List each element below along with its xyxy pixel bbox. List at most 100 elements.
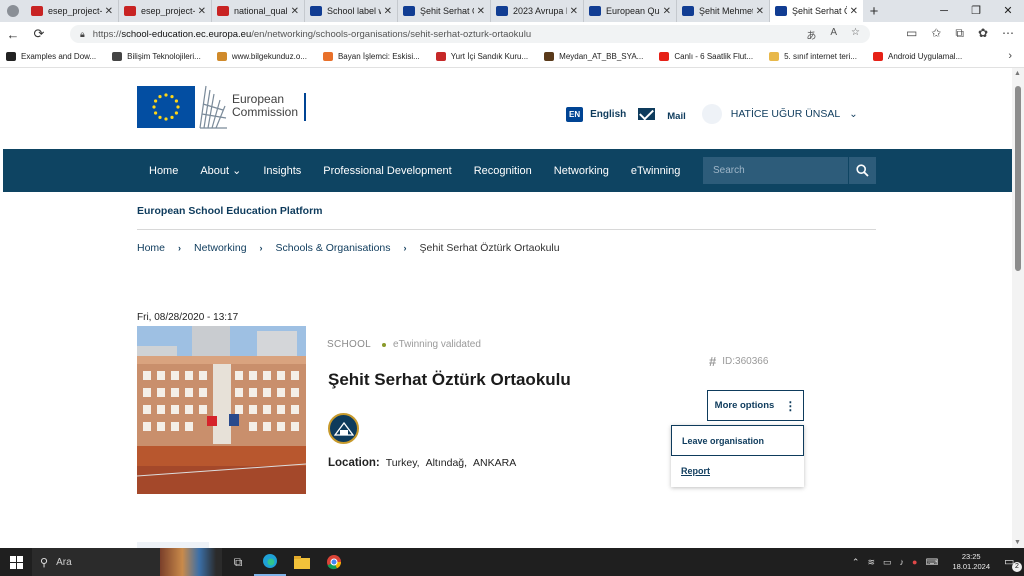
antivirus-icon[interactable]: ● xyxy=(912,557,917,567)
browser-tab[interactable]: esep_project-e ✕ xyxy=(119,0,212,22)
chrome-browser-icon[interactable] xyxy=(318,548,350,576)
leave-organisation-menu-item[interactable]: Leave organisation xyxy=(671,425,804,456)
display-icon[interactable]: ▭ xyxy=(883,557,892,568)
european-commission-logo[interactable]: European Commission xyxy=(137,84,307,129)
breadcrumb-networking[interactable]: Networking xyxy=(194,242,247,254)
location-country: Turkey, xyxy=(385,457,420,469)
browser-tab[interactable]: Şehit Serhat Ö ✕ xyxy=(770,0,863,22)
favorites-icon[interactable]: ✩ xyxy=(931,26,941,41)
user-menu[interactable]: HATİCE UĞUR ÜNSAL ⌄ xyxy=(701,104,858,124)
tab-close-icon[interactable]: ✕ xyxy=(198,6,206,17)
system-clock[interactable]: 23:25 18.01.2024 xyxy=(952,552,990,572)
bookmark-item[interactable]: Bilişim Teknolojileri... xyxy=(112,52,201,61)
tab-label: Şehit Mehmet xyxy=(699,6,753,16)
favorite-star-icon[interactable]: ☆ xyxy=(851,27,860,42)
breadcrumb-home[interactable]: Home xyxy=(137,242,165,254)
translate-icon[interactable]: あ xyxy=(806,27,816,42)
more-options-label: More options xyxy=(714,400,775,411)
bookmark-item[interactable]: Bayan İşlemci: Eskisi... xyxy=(322,52,420,61)
mail-link[interactable]: Mail xyxy=(638,107,686,122)
bookmark-item[interactable]: Android Uygulamal... xyxy=(872,52,962,61)
browser-tab[interactable]: Şehit Mehmet ✕ xyxy=(677,0,770,22)
window-controls: ─ ❐ ✕ xyxy=(928,0,1024,22)
search-input[interactable]: Search xyxy=(703,157,849,184)
profile-icon[interactable] xyxy=(0,0,26,22)
search-button[interactable] xyxy=(849,157,876,184)
tab-close-icon[interactable]: ✕ xyxy=(663,6,671,17)
bookmark-item[interactable]: Yurt İçi Sandık Kuru... xyxy=(435,52,528,61)
taskbar-search[interactable]: ⚲ Ara xyxy=(32,548,222,576)
language-selector[interactable]: EN English xyxy=(566,106,626,122)
nav-item-etwinning[interactable]: eTwinning xyxy=(631,165,681,177)
split-screen-icon[interactable]: ▭ xyxy=(906,26,917,41)
browser-tab[interactable]: European Qua ✕ xyxy=(584,0,677,22)
keyboard-icon[interactable]: ⌨ xyxy=(925,557,938,568)
read-aloud-icon[interactable]: A xyxy=(830,27,837,42)
breadcrumb-schools-organisations[interactable]: Schools & Organisations xyxy=(276,242,391,254)
windows-start-icon[interactable] xyxy=(0,548,32,576)
browser-tab[interactable]: Şehit Serhat Ö ✕ xyxy=(398,0,491,22)
back-icon[interactable]: ← xyxy=(0,27,26,42)
nav-item-recognition[interactable]: Recognition xyxy=(474,165,532,177)
browser-tab[interactable]: School label w ✕ xyxy=(305,0,398,22)
tab-close-icon[interactable]: ✕ xyxy=(756,6,764,17)
nav-item-about[interactable]: About ⌄ xyxy=(200,164,241,177)
windows-taskbar: ⚲ Ara ⧉ ⌃ ≋ ▭ ♪ ● ⌨ 23:25 18.01.2024 ▭ 2 xyxy=(0,548,1024,576)
nav-item-networking[interactable]: Networking xyxy=(554,165,609,177)
bookmark-item[interactable]: Examples and Dow... xyxy=(6,52,96,61)
bookmark-item[interactable]: www.bilgekunduz.o... xyxy=(216,52,307,61)
file-explorer-icon[interactable] xyxy=(286,548,318,576)
collections-icon[interactable]: ⧉ xyxy=(955,26,964,41)
nav-item-label: Insights xyxy=(263,164,302,177)
taskbar-search-text: Ara xyxy=(56,556,72,568)
more-options-button[interactable]: More options ⋮ xyxy=(707,390,804,421)
minimize-icon[interactable]: ─ xyxy=(928,0,960,22)
system-tray: ⌃ ≋ ▭ ♪ ● ⌨ 23:25 18.01.2024 ▭ 2 xyxy=(852,548,1024,576)
tab-close-icon[interactable]: ✕ xyxy=(850,6,858,17)
platform-title[interactable]: European School Education Platform xyxy=(137,205,323,217)
scrollbar-thumb[interactable] xyxy=(1015,86,1021,271)
tab-close-icon[interactable]: ✕ xyxy=(291,6,299,17)
tab-close-icon[interactable]: ✕ xyxy=(105,6,113,17)
refresh-icon[interactable]: ⟳ xyxy=(26,26,52,42)
report-menu-item[interactable]: Report xyxy=(681,466,710,476)
edge-browser-icon[interactable] xyxy=(254,548,286,576)
bookmark-item[interactable]: Canlı - 6 Saatlik Flut... xyxy=(659,52,753,61)
bookmarks-more-icon[interactable]: › xyxy=(1008,50,1012,62)
browser-tab[interactable]: national_quali ✕ xyxy=(212,0,305,22)
language-code-badge: EN xyxy=(566,106,584,122)
bookmark-label: Bilişim Teknolojileri... xyxy=(127,52,201,61)
task-view-icon[interactable]: ⧉ xyxy=(222,548,254,576)
site-search: Search xyxy=(703,157,876,184)
tab-close-icon[interactable]: ✕ xyxy=(570,6,578,17)
eu-flag-icon xyxy=(137,85,195,128)
close-window-icon[interactable]: ✕ xyxy=(992,0,1024,22)
nav-item-professional-development[interactable]: Professional Development xyxy=(323,165,451,177)
bookmark-item[interactable]: 5. sınıf internet teri... xyxy=(769,52,857,61)
url-field[interactable]: 🔒︎ https://school-education.ec.europa.eu… xyxy=(70,25,870,43)
chevron-down-icon: ⌄ xyxy=(229,165,242,177)
scroll-down-icon[interactable]: ▼ xyxy=(1014,539,1021,546)
new-tab-icon[interactable]: + xyxy=(863,3,885,20)
bookmark-item[interactable]: Meydan_AT_BB_SYA... xyxy=(544,52,643,61)
logo-line-1: European xyxy=(232,91,285,106)
settings-menu-icon[interactable]: ⋯ xyxy=(1002,26,1014,41)
nav-item-insights[interactable]: Insights xyxy=(263,165,301,177)
volume-icon[interactable]: ♪ xyxy=(900,557,905,567)
bookmark-favicon-icon xyxy=(6,52,16,61)
divider xyxy=(137,229,876,230)
status-dot-icon xyxy=(382,342,387,347)
nav-item-home[interactable]: Home xyxy=(149,165,178,177)
tab-close-icon[interactable]: ✕ xyxy=(384,6,392,17)
wifi-icon[interactable]: ≋ xyxy=(867,557,875,568)
page-scrollbar[interactable]: ▲ ▼ xyxy=(1012,68,1024,548)
browser-tab[interactable]: 2023 Avrupa K ✕ xyxy=(491,0,584,22)
tray-overflow-icon[interactable]: ⌃ xyxy=(852,557,860,568)
tab-close-icon[interactable]: ✕ xyxy=(477,6,485,17)
eu-favicon-icon xyxy=(403,6,415,16)
notification-icon[interactable]: ▭ 2 xyxy=(1004,555,1022,572)
restore-icon[interactable]: ❐ xyxy=(960,0,992,22)
browser-tab[interactable]: esep_project-e ✕ xyxy=(26,0,119,22)
extension-icon[interactable]: ✿ xyxy=(978,26,988,41)
scroll-up-icon[interactable]: ▲ xyxy=(1014,70,1021,77)
